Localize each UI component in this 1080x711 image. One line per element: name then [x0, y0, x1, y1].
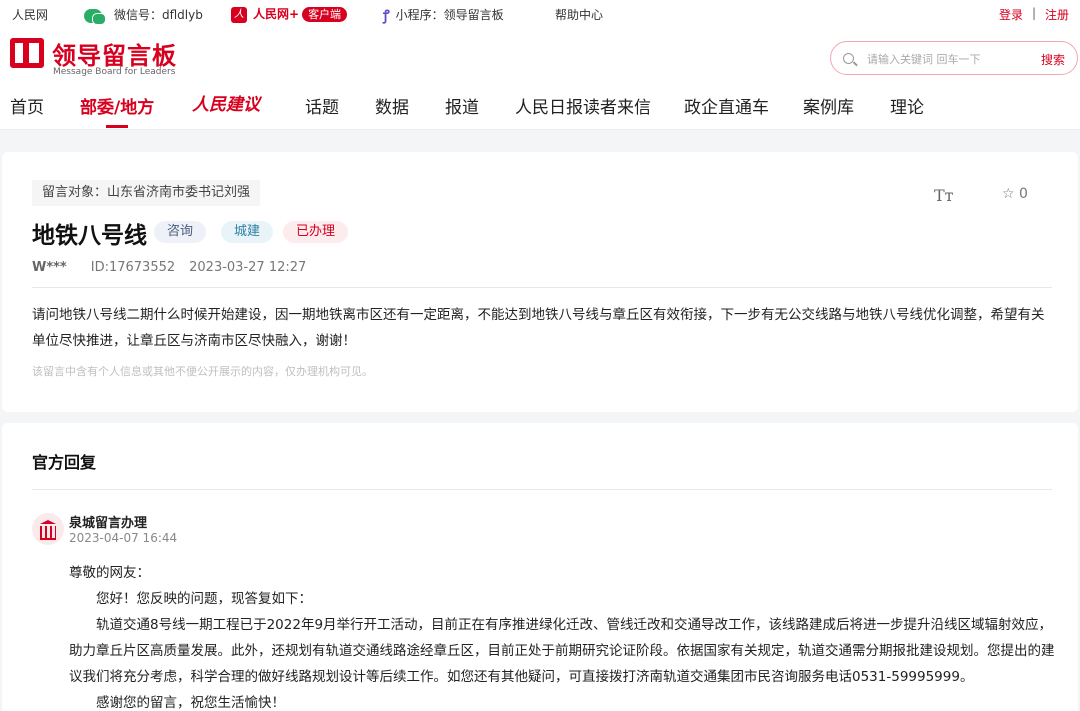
nav-ministries-local[interactable]: 部委/地方	[80, 93, 154, 128]
search-input[interactable]	[867, 50, 1027, 68]
nav-reports[interactable]: 报道	[445, 93, 479, 118]
tag-consult[interactable]: 咨询	[154, 221, 207, 243]
site-link[interactable]: 人民网	[12, 6, 48, 23]
register-link[interactable]: 注册	[1045, 6, 1069, 23]
star-icon: ☆	[1002, 186, 1020, 202]
government-building-icon	[32, 513, 64, 545]
reply-paragraph: 感谢您的留言，祝您生活愉快！	[96, 695, 285, 711]
wechat-label: 微信号：dfldlyb	[114, 8, 203, 22]
message-time: 2023-03-27 12:27	[189, 260, 307, 275]
divider	[32, 489, 1052, 490]
wechat-link[interactable]: 微信号：dfldlyb	[84, 6, 203, 25]
reply-greeting: 尊敬的网友：	[69, 565, 150, 581]
favorite-count: 0	[1019, 186, 1028, 202]
reply-paragraph: 您好！您反映的问题，现答复如下：	[96, 591, 312, 607]
nav-topics[interactable]: 话题	[305, 93, 339, 118]
privacy-note: 该留言中含有个人信息或其他不便公开展示的内容，仅办理机构可见。	[32, 365, 373, 378]
logo-subtitle: Message Board for Leaders	[53, 67, 176, 77]
client-badge: 客户端	[302, 7, 348, 22]
search-icon	[843, 53, 854, 64]
rmw-client-link[interactable]: 人人民网+ 客户端	[231, 5, 348, 23]
author-name: W***	[32, 260, 67, 275]
reply-paragraph: 轨道交通8号线一期工程已于2022年9月举行开工活动，目前正在有序推进绿化迁改、…	[69, 617, 1055, 685]
reply-body: 尊敬的网友： 您好！您反映的问题，现答复如下： 轨道交通8号线一期工程已于202…	[69, 560, 1057, 711]
nav-reader-letters[interactable]: 人民日报读者来信	[515, 93, 651, 118]
help-link[interactable]: 帮助中心	[555, 6, 603, 23]
rmw-label: 人民网+	[253, 7, 300, 21]
font-size-icon[interactable]: Tт	[934, 186, 954, 205]
reply-time: 2023-04-07 16:44	[69, 531, 178, 545]
mini-program-link[interactable]: ꝭ 小程序：领导留言板	[383, 6, 504, 25]
message-body: 请问地铁八号线二期什么时候开始建设，因一期地铁离市区还有一定距离，不能达到地铁八…	[32, 307, 1045, 349]
search-box: 搜索	[830, 41, 1078, 75]
message-id: ID:17673552	[90, 260, 176, 275]
reply-card: 官方回复 泉城留言办理 2023-04-07 16:44 尊敬的网友： 您好！您…	[2, 423, 1078, 711]
link-separator: |	[1032, 6, 1037, 20]
reply-heading: 官方回复	[32, 453, 97, 472]
message-meta: W*** ID:17673552 2023-03-27 12:27	[32, 260, 306, 275]
login-link[interactable]: 登录	[999, 6, 1023, 23]
mini-program-icon: ꝭ	[383, 8, 390, 24]
main-nav: 首页 部委/地方 人民建议 话题 数据 报道 人民日报读者来信 政企直通车 案例…	[0, 90, 1080, 130]
top-bar: 人民网 微信号：dfldlyb 人人民网+ 客户端 ꝭ 小程序：领导留言板 帮助中心…	[0, 0, 1080, 26]
mini-program-label: 小程序：领导留言板	[395, 8, 504, 22]
nav-people-suggestions[interactable]: 人民建议	[192, 90, 260, 115]
divider	[32, 287, 1052, 288]
nav-theory[interactable]: 理论	[890, 93, 924, 118]
logo-title: 领导留言板	[52, 42, 177, 70]
message-title: 地铁八号线	[32, 223, 147, 249]
favorite-button[interactable]: ☆ 0	[1002, 186, 1028, 202]
search-button[interactable]: 搜索	[1041, 51, 1065, 68]
reply-org: 泉城留言办理	[69, 516, 148, 531]
nav-data[interactable]: 数据	[375, 93, 409, 118]
logo-mark-icon	[10, 38, 44, 68]
nav-gov-business[interactable]: 政企直通车	[684, 93, 769, 118]
message-target: 留言对象：山东省济南市委书记刘强	[32, 180, 261, 206]
wechat-icon	[84, 8, 106, 25]
message-card: 留言对象：山东省济南市委书记刘强 Tт ☆ 0 地铁八号线 咨询 城建 已办理 …	[2, 152, 1078, 412]
rmw-logo-icon: 人	[231, 6, 247, 23]
nav-case-library[interactable]: 案例库	[803, 93, 854, 118]
tag-urban-construction[interactable]: 城建	[221, 221, 274, 243]
status-badge: 已办理	[283, 221, 349, 243]
nav-home[interactable]: 首页	[10, 93, 44, 118]
site-header: 领导留言板 Message Board for Leaders 搜索 首页 部委…	[0, 26, 1080, 130]
